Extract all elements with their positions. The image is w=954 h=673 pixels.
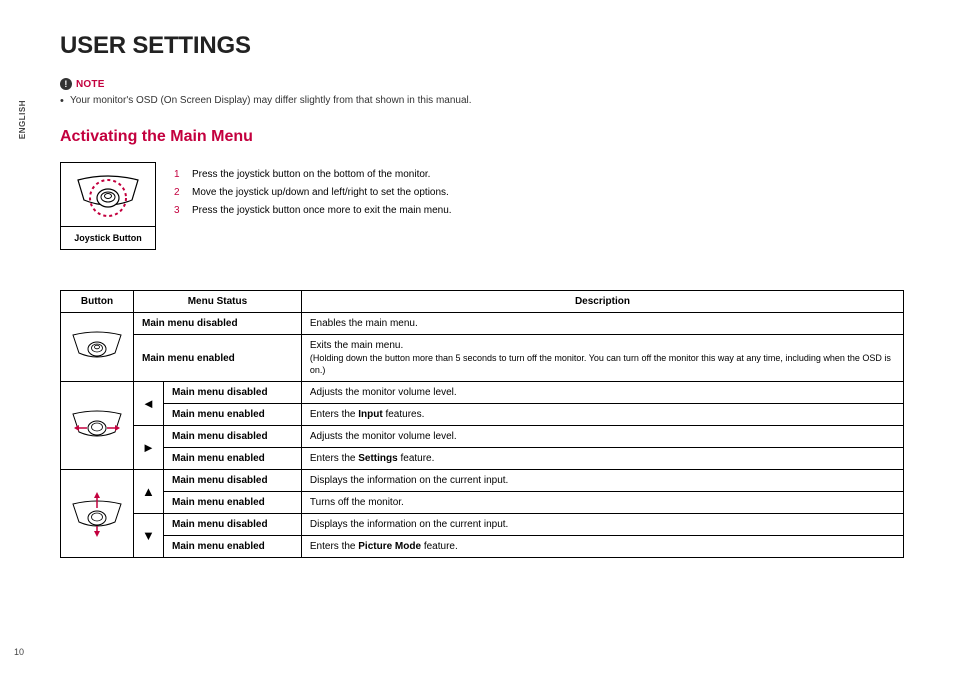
g2-status0: Main menu disabled: [164, 470, 302, 492]
joystick-caption: Joystick Button: [61, 227, 155, 249]
joystick-figure: Joystick Button: [60, 162, 156, 250]
arrow-down-icon: ▼: [134, 514, 164, 558]
g1-status0: Main menu disabled: [164, 382, 302, 404]
joystick-press-icon: [61, 163, 155, 227]
g0-status1: Main menu enabled: [134, 335, 302, 382]
g0-desc1: Exits the main menu. (Holding down the b…: [301, 335, 903, 382]
section-heading: Activating the Main Menu: [60, 128, 904, 146]
page-title: USER SETTINGS: [60, 32, 904, 60]
step-1: 1Press the joystick button on the bottom…: [174, 166, 452, 184]
note-icon: !: [60, 78, 72, 90]
g1-status3: Main menu enabled: [164, 448, 302, 470]
note-text: Your monitor's OSD (On Screen Display) m…: [60, 94, 904, 108]
g1-desc3: Enters the Settings feature.: [301, 448, 903, 470]
btn-updown-icon: [61, 470, 134, 558]
th-button: Button: [61, 291, 134, 313]
g0-desc0: Enables the main menu.: [301, 313, 903, 335]
th-description: Description: [301, 291, 903, 313]
note-label: ! NOTE: [60, 78, 904, 90]
th-status: Menu Status: [134, 291, 302, 313]
language-tab: ENGLISH: [18, 100, 27, 139]
btn-press-icon: [61, 313, 134, 382]
g0-desc1-line2: (Holding down the button more than 5 sec…: [310, 353, 895, 376]
page-number: 10: [14, 647, 24, 657]
arrow-right-icon: ►: [134, 426, 164, 470]
g2-desc1: Turns off the monitor.: [301, 492, 903, 514]
g0-desc1-line1: Exits the main menu.: [310, 340, 895, 351]
g2-status1: Main menu enabled: [164, 492, 302, 514]
g1-desc0: Adjusts the monitor volume level.: [301, 382, 903, 404]
g2-desc0: Displays the information on the current …: [301, 470, 903, 492]
step-3-text: Press the joystick button once more to e…: [192, 202, 452, 220]
g1-status2: Main menu disabled: [164, 426, 302, 448]
arrow-left-icon: ◄: [134, 382, 164, 426]
g1-status1: Main menu enabled: [164, 404, 302, 426]
intro-row: Joystick Button 1Press the joystick butt…: [60, 162, 904, 250]
joystick-table: Button Menu Status Description Main menu…: [60, 290, 904, 558]
g2-status3: Main menu enabled: [164, 536, 302, 558]
btn-leftright-icon: [61, 382, 134, 470]
g0-status0: Main menu disabled: [134, 313, 302, 335]
step-3: 3Press the joystick button once more to …: [174, 202, 452, 220]
g1-desc1: Enters the Input features.: [301, 404, 903, 426]
page-body: USER SETTINGS ! NOTE Your monitor's OSD …: [0, 0, 954, 588]
g2-desc3: Enters the Picture Mode feature.: [301, 536, 903, 558]
step-1-text: Press the joystick button on the bottom …: [192, 166, 430, 184]
g2-status2: Main menu disabled: [164, 514, 302, 536]
arrow-up-icon: ▲: [134, 470, 164, 514]
steps-list: 1Press the joystick button on the bottom…: [174, 166, 452, 220]
g2-desc2: Displays the information on the current …: [301, 514, 903, 536]
step-2-text: Move the joystick up/down and left/right…: [192, 184, 449, 202]
note-label-text: NOTE: [76, 79, 105, 90]
step-2: 2Move the joystick up/down and left/righ…: [174, 184, 452, 202]
g1-desc2: Adjusts the monitor volume level.: [301, 426, 903, 448]
